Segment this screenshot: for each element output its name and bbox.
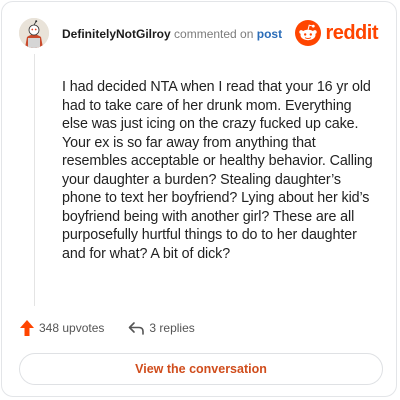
- comment-text: I had decided NTA when I read that your …: [62, 79, 373, 262]
- brand-name: reddit: [325, 21, 378, 44]
- username[interactable]: DefinitelyNotGilroy: [62, 27, 171, 41]
- thread-line: [34, 54, 35, 306]
- comment-stats: 348 upvotes 3 replies: [20, 320, 195, 336]
- comment-card: DefinitelyNotGilroy commented on post re…: [1, 1, 397, 397]
- post-link[interactable]: post: [257, 27, 282, 41]
- upvote-count: 348 upvotes: [39, 321, 105, 335]
- reply-arrow-icon[interactable]: [128, 321, 145, 335]
- action-text: commented on: [174, 27, 254, 41]
- upvote-arrow-icon[interactable]: [20, 320, 34, 336]
- view-conversation-button[interactable]: View the conversation: [19, 353, 383, 385]
- comment-header: DefinitelyNotGilroy commented on post: [62, 27, 282, 41]
- reddit-brand[interactable]: reddit: [295, 20, 378, 46]
- reddit-snoo-icon: [295, 20, 322, 46]
- avatar[interactable]: [19, 18, 49, 48]
- avatar-icon: [19, 18, 49, 48]
- reply-count: 3 replies: [149, 321, 195, 335]
